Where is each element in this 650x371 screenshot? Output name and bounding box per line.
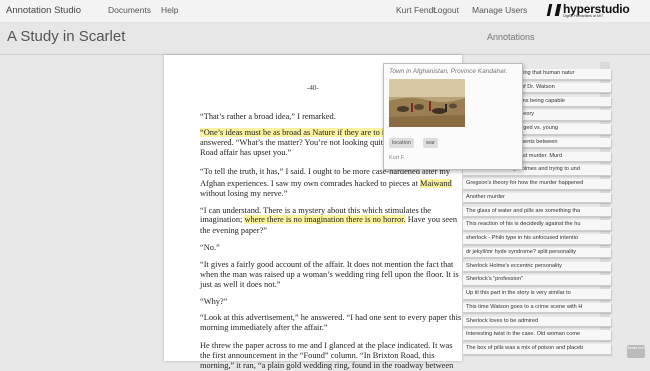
text-line: the evening paper?” — [200, 226, 267, 236]
text-segment: “Why?” — [200, 297, 228, 306]
text-segment: morning immediately after the affair.” — [200, 323, 328, 332]
brand-tagline: Digital Humanities at MIT — [563, 14, 604, 18]
text-line: Road affair has upset you.” — [200, 148, 291, 158]
annotation-list-item[interactable]: Sherlock's "profession" — [463, 275, 611, 286]
hyperstudio-logo[interactable]: hyperstudio Digital Humanities at MIT — [546, 2, 648, 20]
help-link[interactable]: Help — [161, 5, 178, 15]
annotation-popup: Town in Afghanistan, Province Kandahar. … — [383, 63, 523, 170]
text-line: morning immediately after the affair.” — [200, 323, 328, 333]
annotation-list-item[interactable]: Gregson's theory for how the murder happ… — [463, 179, 611, 190]
manage-users-link[interactable]: Manage Users — [472, 5, 527, 15]
logout-link[interactable]: Logout — [433, 5, 459, 15]
text-line: “Why?” — [200, 297, 227, 307]
text-segment: “Look at this advertisement,” he answere… — [200, 313, 462, 322]
logo-icon — [546, 4, 562, 16]
text-line: “No.” — [200, 243, 220, 253]
annotation-list-item[interactable]: This reaction of his is decidedly agains… — [463, 220, 611, 231]
text-line: “It gives a fairly good account of the a… — [200, 260, 453, 270]
annotation-list-item[interactable]: This time Watson goes to a crime scene w… — [463, 302, 611, 314]
text-line: “That’s rather a broad idea,” I remarked… — [200, 112, 336, 122]
text-segment: morning,” it ran, “a plain gold wedding … — [200, 361, 454, 370]
popup-author: Kurt F. — [389, 155, 405, 161]
annotation-list-item[interactable]: The box of pills was a mix of poison and… — [463, 344, 611, 355]
text-line: He threw the paper across to me and I gl… — [200, 341, 453, 351]
app-title[interactable]: Annotation Studio — [6, 5, 81, 16]
annotation-list-item[interactable]: sherlock - Philo type in his unfocused i… — [463, 234, 611, 245]
text-segment: the evening paper?” — [200, 226, 267, 235]
highlighted-annotation[interactable]: where there is no imagination there is n… — [244, 215, 406, 224]
text-segment: the first announcement in the “Found” co… — [200, 351, 435, 360]
text-segment: without losing my nerve.” — [200, 189, 288, 198]
text-line: the first announcement in the “Found” co… — [200, 351, 434, 361]
text-segment: just as well it does not.” — [200, 280, 281, 289]
documents-link[interactable]: Documents — [108, 5, 151, 15]
document-title-bar: A Study in Scarlet Annotations — [0, 22, 650, 55]
top-nav-bar: Annotation Studio Documents Help Kurt Fe… — [0, 0, 650, 23]
annotation-list-item[interactable]: Up til this part in the story is very si… — [463, 289, 611, 300]
highlighted-annotation[interactable]: “One’s ideas must be as broad as Nature … — [200, 128, 411, 137]
annotation-list-item[interactable]: Interesting twist in the case. Old woman… — [463, 330, 611, 341]
text-segment: imagination; — [200, 215, 245, 224]
text-line: without losing my nerve.” — [200, 189, 287, 199]
text-segment: “That’s rather a broad idea,” I remarked… — [200, 112, 336, 121]
popup-tag-location[interactable]: location — [389, 138, 414, 148]
annotation-list-item[interactable]: Sherlock Holme's eccentric personality — [463, 261, 611, 273]
annotations-heading: Annotations — [487, 32, 535, 42]
annotation-list-item[interactable]: dr jekyll/mr hyde syndrome? split person… — [463, 247, 611, 259]
text-segment: Road affair has upset you.” — [200, 148, 292, 157]
annotation-list-item[interactable]: Another murder — [463, 192, 611, 204]
text-line: “Look at this advertisement,” he answere… — [200, 313, 461, 323]
annotation-list-item[interactable]: The glass of water and pills are somethi… — [463, 206, 611, 218]
text-line: morning,” it ran, “a plain gold wedding … — [200, 361, 453, 371]
text-segment: “I can understand. There is a mystery ab… — [200, 206, 432, 215]
text-line: imagination; where there is no imaginati… — [200, 215, 457, 225]
popup-caption: Town in Afghanistan, Province Kandahar. — [389, 68, 508, 75]
annotation-list-item[interactable]: Sherlock loves to be admired — [463, 316, 611, 328]
studio-badge: Studio Kurt — [627, 345, 645, 358]
page-number: -40- — [307, 84, 319, 92]
text-segment: He threw the paper across to me and I gl… — [200, 341, 453, 350]
highlighted-annotation[interactable]: Maiwand — [420, 179, 452, 188]
text-line: just as well it does not.” — [200, 280, 280, 290]
text-segment: “It gives a fairly good account of the a… — [200, 260, 454, 269]
text-segment: Have you seen — [405, 215, 458, 224]
popup-tag-war[interactable]: war — [423, 138, 438, 148]
battle-painting-image — [389, 79, 465, 127]
text-line: when the man was raised up a woman’s wed… — [200, 270, 459, 280]
text-segment: “No.” — [200, 243, 220, 252]
document-title: A Study in Scarlet — [7, 28, 126, 45]
text-line: “One’s ideas must be as broad as Nature … — [200, 128, 411, 138]
text-line: Afghan experiences. I saw my own comrade… — [200, 179, 452, 189]
user-name[interactable]: Kurt Fendt — [396, 5, 436, 15]
text-segment: Afghan experiences. I saw my own comrade… — [200, 179, 420, 188]
text-segment: when the man was raised up a woman’s wed… — [200, 270, 459, 279]
